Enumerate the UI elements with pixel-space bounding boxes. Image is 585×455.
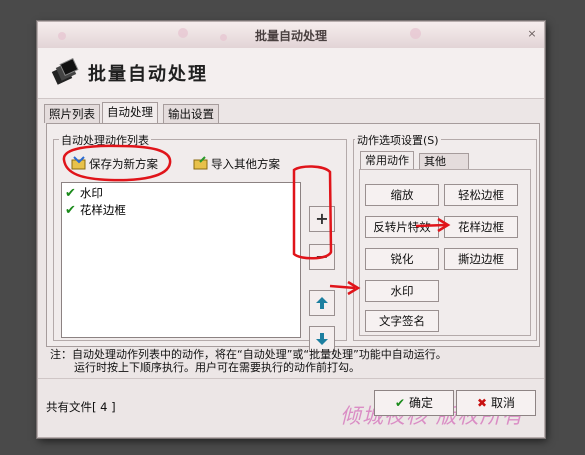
arrow-up-icon [316, 297, 328, 309]
ok-label: 确定 [409, 396, 434, 410]
footer-divider [38, 378, 544, 379]
add-action-button[interactable]: + [309, 206, 335, 232]
action-pattern-border-button[interactable]: 花样边框 [444, 216, 518, 238]
action-listbox[interactable]: ✔ 水印 ✔ 花样边框 [61, 182, 301, 338]
title-bar[interactable]: 批量自动处理 × [38, 22, 544, 48]
list-item-label: 花样边框 [79, 203, 126, 217]
window-title: 批量自动处理 [254, 29, 327, 43]
move-up-button[interactable] [309, 290, 335, 316]
usage-note: 注：自动处理动作列表中的动作，将在“自动处理”或“批量处理”功能中自动运行。 运… [50, 348, 447, 374]
import-folder-icon [193, 156, 208, 170]
check-icon[interactable]: ✔ [65, 186, 76, 201]
note-line-1: 注：自动处理动作列表中的动作，将在“自动处理”或“批量处理”功能中自动运行。 [50, 348, 447, 361]
save-scheme-label: 保存为新方案 [89, 157, 158, 171]
import-scheme-label: 导入其他方案 [211, 157, 280, 171]
tab-common-actions[interactable]: 常用动作 [360, 151, 414, 169]
check-icon[interactable]: ✔ [65, 203, 76, 218]
file-count: 共有文件[ 4 ] [46, 400, 116, 414]
cancel-x-icon: ✖ [476, 396, 488, 410]
batch-process-icon [51, 58, 79, 85]
list-item[interactable]: ✔ 花样边框 [65, 202, 126, 218]
action-sharpen-button[interactable]: 锐化 [365, 248, 439, 270]
remove-action-button[interactable]: − [309, 244, 335, 270]
tab-output-settings[interactable]: 输出设置 [163, 104, 219, 123]
check-icon: ✔ [394, 396, 406, 410]
save-scheme-icon [71, 156, 86, 170]
action-watermark-button[interactable]: 水印 [365, 280, 439, 302]
save-scheme-button[interactable]: 保存为新方案 [71, 155, 158, 173]
dialog-heading: 批量自动处理 [88, 64, 208, 85]
arrow-down-icon [316, 333, 328, 345]
action-text-signature-button[interactable]: 文字签名 [365, 310, 439, 332]
tab-auto-process[interactable]: 自动处理 [102, 102, 158, 124]
note-line-2: 运行时按上下顺序执行。用户可在需要执行的动作前打勾。 [74, 361, 360, 374]
list-item-label: 水印 [79, 186, 103, 200]
close-icon[interactable]: × [526, 28, 538, 40]
dialog-header: 批量自动处理 [38, 48, 544, 99]
import-scheme-button[interactable]: 导入其他方案 [193, 155, 280, 173]
action-options-label: 动作选项设置(S) [355, 132, 441, 148]
action-film-effect-button[interactable]: 反转片特效 [365, 216, 439, 238]
cancel-label: 取消 [491, 396, 516, 410]
action-list-label: 自动处理动作列表 [59, 132, 151, 148]
action-torn-edge-button[interactable]: 撕边边框 [444, 248, 518, 270]
list-item[interactable]: ✔ 水印 [65, 185, 103, 201]
action-zoom-button[interactable]: 缩放 [365, 184, 439, 206]
tab-photo-list[interactable]: 照片列表 [44, 104, 100, 123]
cancel-button[interactable]: ✖ 取消 [456, 390, 536, 416]
tab-other[interactable]: 其他 [419, 153, 469, 169]
batch-process-dialog: 批量自动处理 × 批量自动处理 照片列表 自动处理 输出设置 自动处理动作列表 … [37, 21, 545, 438]
auto-process-page: 自动处理动作列表 保存为新方案 导入其他方案 ✔ 水印 ✔ 花样边框 + − 动… [46, 123, 540, 352]
ok-button[interactable]: ✔ 确定 [374, 390, 454, 416]
action-easy-border-button[interactable]: 轻松边框 [444, 184, 518, 206]
